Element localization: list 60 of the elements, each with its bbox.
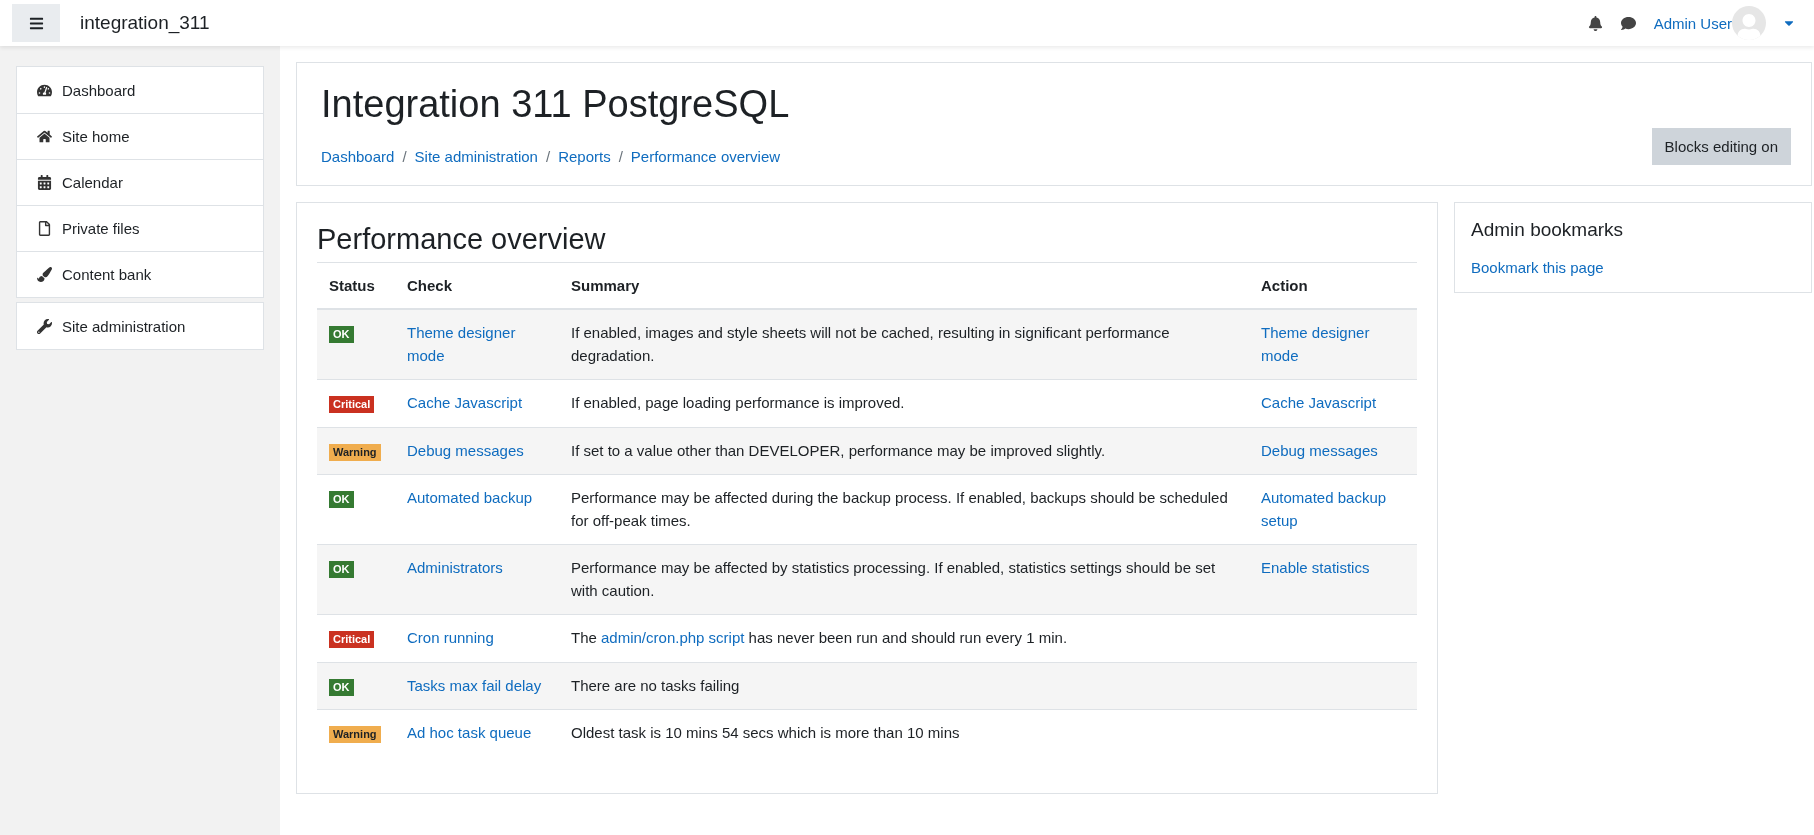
summary-text: If set to a value other than DEVELOPER, performance may be improved slightly.: [559, 427, 1249, 475]
summary-text: Performance may be affected by statistics processing. If enabled, statistics settings should be set with caution.: [559, 544, 1249, 615]
status-badge: Warning: [329, 726, 381, 744]
section-heading: Performance overview: [317, 223, 607, 256]
action-link[interactable]: Cache Javascript: [1261, 392, 1405, 415]
bell-icon[interactable]: [1587, 15, 1603, 31]
breadcrumb-link[interactable]: Reports: [558, 148, 611, 165]
summary-text: There are no tasks failing: [559, 662, 1249, 710]
status-badge: OK: [329, 678, 354, 696]
summary-text: Performance may be affected during the backup process. If enabled, backups should be scheduled for off-peak times.: [559, 474, 1249, 545]
status-badge: Warning: [329, 443, 381, 461]
breadcrumb-separator: /: [545, 148, 551, 165]
breadcrumb-separator: /: [402, 148, 407, 165]
sidebar-item[interactable]: Site administration: [17, 303, 263, 349]
sidebar-item[interactable]: Calendar: [17, 159, 263, 205]
sidebar-item[interactable]: Site home: [17, 113, 263, 159]
action-link[interactable]: Automated backup setup: [1261, 487, 1405, 532]
script-link[interactable]: admin/cron.php script: [601, 629, 745, 646]
breadcrumb-link[interactable]: Performance overview: [630, 148, 781, 165]
sidebar-item[interactable]: Private files: [17, 205, 263, 251]
wrench-icon: [37, 318, 52, 334]
block-title: Admin bookmarks: [1471, 219, 1625, 241]
summary-text: If enabled, page loading performance is improved.: [559, 379, 1249, 427]
breadcrumb-separator: /: [618, 148, 623, 165]
summary-text: The admin/cron.php script has never been run and should run every 1 min.: [559, 614, 1249, 662]
site-name: integration_311: [80, 12, 210, 34]
status-badge: Critical: [329, 396, 375, 414]
check-link[interactable]: Ad hoc task queue: [407, 722, 547, 745]
status-badge: OK: [329, 561, 354, 579]
check-link[interactable]: Administrators: [407, 557, 547, 580]
check-link[interactable]: Cron running: [407, 627, 547, 650]
status-badge: Critical: [329, 631, 375, 649]
bookmark-link[interactable]: Bookmark this page: [1471, 259, 1604, 276]
check-link[interactable]: Theme designer mode: [407, 322, 547, 367]
action-link[interactable]: Debug messages: [1261, 439, 1405, 462]
summary-text: If enabled, images and style sheets will not be cached, resulting in significant performance degradation.: [559, 309, 1249, 380]
chat-bubble-icon[interactable]: [1620, 15, 1636, 31]
brush-icon: [37, 267, 52, 282]
sidebar-item[interactable]: Content bank: [17, 251, 263, 297]
check-link[interactable]: Tasks max fail delay: [407, 674, 547, 697]
status-badge: OK: [329, 326, 354, 344]
menu-icon: [28, 15, 44, 31]
breadcrumb-link[interactable]: Dashboard: [321, 148, 395, 165]
action-link[interactable]: Theme designer mode: [1261, 322, 1405, 367]
breadcrumb-link[interactable]: Site administration: [414, 148, 538, 165]
gauge-icon: [37, 82, 52, 98]
action-link[interactable]: Enable statistics: [1261, 557, 1405, 580]
calendar-icon: [37, 175, 52, 190]
check-link[interactable]: Cache Javascript: [407, 392, 547, 415]
blocks-editing-button[interactable]: Blocks editing on: [1651, 128, 1791, 165]
file-icon: [37, 221, 52, 236]
summary-text: Oldest task is 10 mins 54 secs which is more than 10 mins: [559, 709, 1249, 757]
check-link[interactable]: Debug messages: [407, 439, 547, 462]
status-badge: OK: [329, 491, 354, 509]
user-name-link[interactable]: Admin User: [1653, 14, 1732, 32]
house-icon: [37, 129, 52, 144]
sidebar-item[interactable]: Dashboard: [17, 67, 263, 113]
check-link[interactable]: Automated backup: [407, 487, 547, 510]
page-title: Integration 311 PostgreSQL: [321, 83, 790, 126]
menu-button[interactable]: [12, 4, 60, 42]
